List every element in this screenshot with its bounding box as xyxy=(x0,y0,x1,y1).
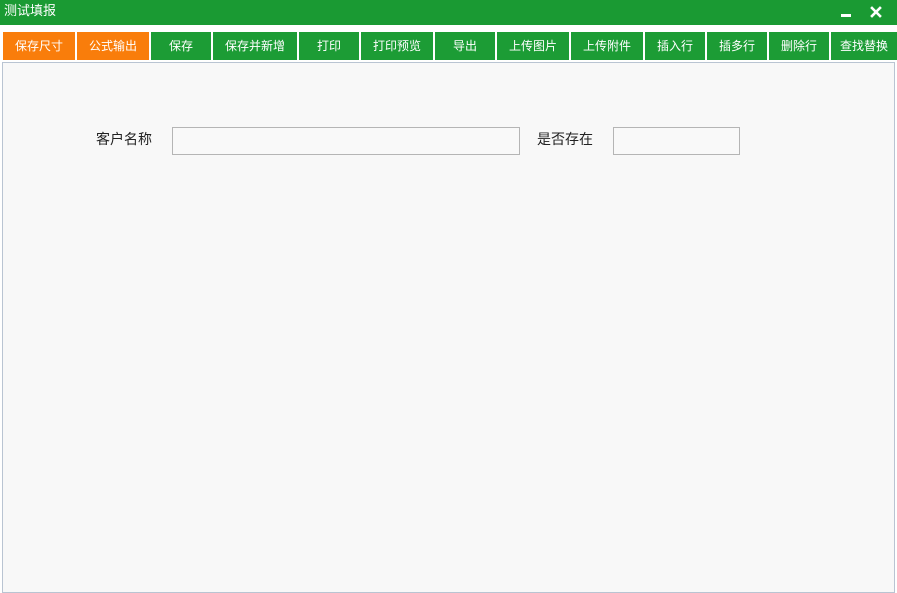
find-replace-button[interactable]: 查找替换 xyxy=(831,32,897,60)
print-button[interactable]: 打印 xyxy=(299,32,359,60)
form-area: 客户名称 是否存在 xyxy=(2,62,895,593)
title-bar: 测试填报 xyxy=(0,0,897,25)
formula-output-button[interactable]: 公式输出 xyxy=(77,32,149,60)
save-and-new-button[interactable]: 保存并新增 xyxy=(213,32,297,60)
minimize-button[interactable] xyxy=(836,3,856,21)
upload-image-button[interactable]: 上传图片 xyxy=(497,32,569,60)
upload-attachment-button[interactable]: 上传附件 xyxy=(571,32,643,60)
toolbar: 保存尺寸 公式输出 保存 保存并新增 打印 打印预览 导出 上传图片 上传附件 … xyxy=(0,25,897,62)
window-title: 测试填报 xyxy=(4,4,57,19)
customer-name-input[interactable] xyxy=(172,127,520,155)
save-button[interactable]: 保存 xyxy=(151,32,211,60)
exists-input[interactable] xyxy=(613,127,740,155)
minimize-icon xyxy=(841,14,851,17)
customer-name-label: 客户名称 xyxy=(96,132,152,148)
close-button[interactable] xyxy=(866,3,886,21)
close-icon xyxy=(870,6,882,18)
exists-label: 是否存在 xyxy=(537,132,593,148)
delete-row-button[interactable]: 删除行 xyxy=(769,32,829,60)
print-preview-button[interactable]: 打印预览 xyxy=(361,32,433,60)
export-button[interactable]: 导出 xyxy=(435,32,495,60)
insert-multiple-rows-button[interactable]: 插多行 xyxy=(707,32,767,60)
insert-row-button[interactable]: 插入行 xyxy=(645,32,705,60)
save-size-button[interactable]: 保存尺寸 xyxy=(3,32,75,60)
